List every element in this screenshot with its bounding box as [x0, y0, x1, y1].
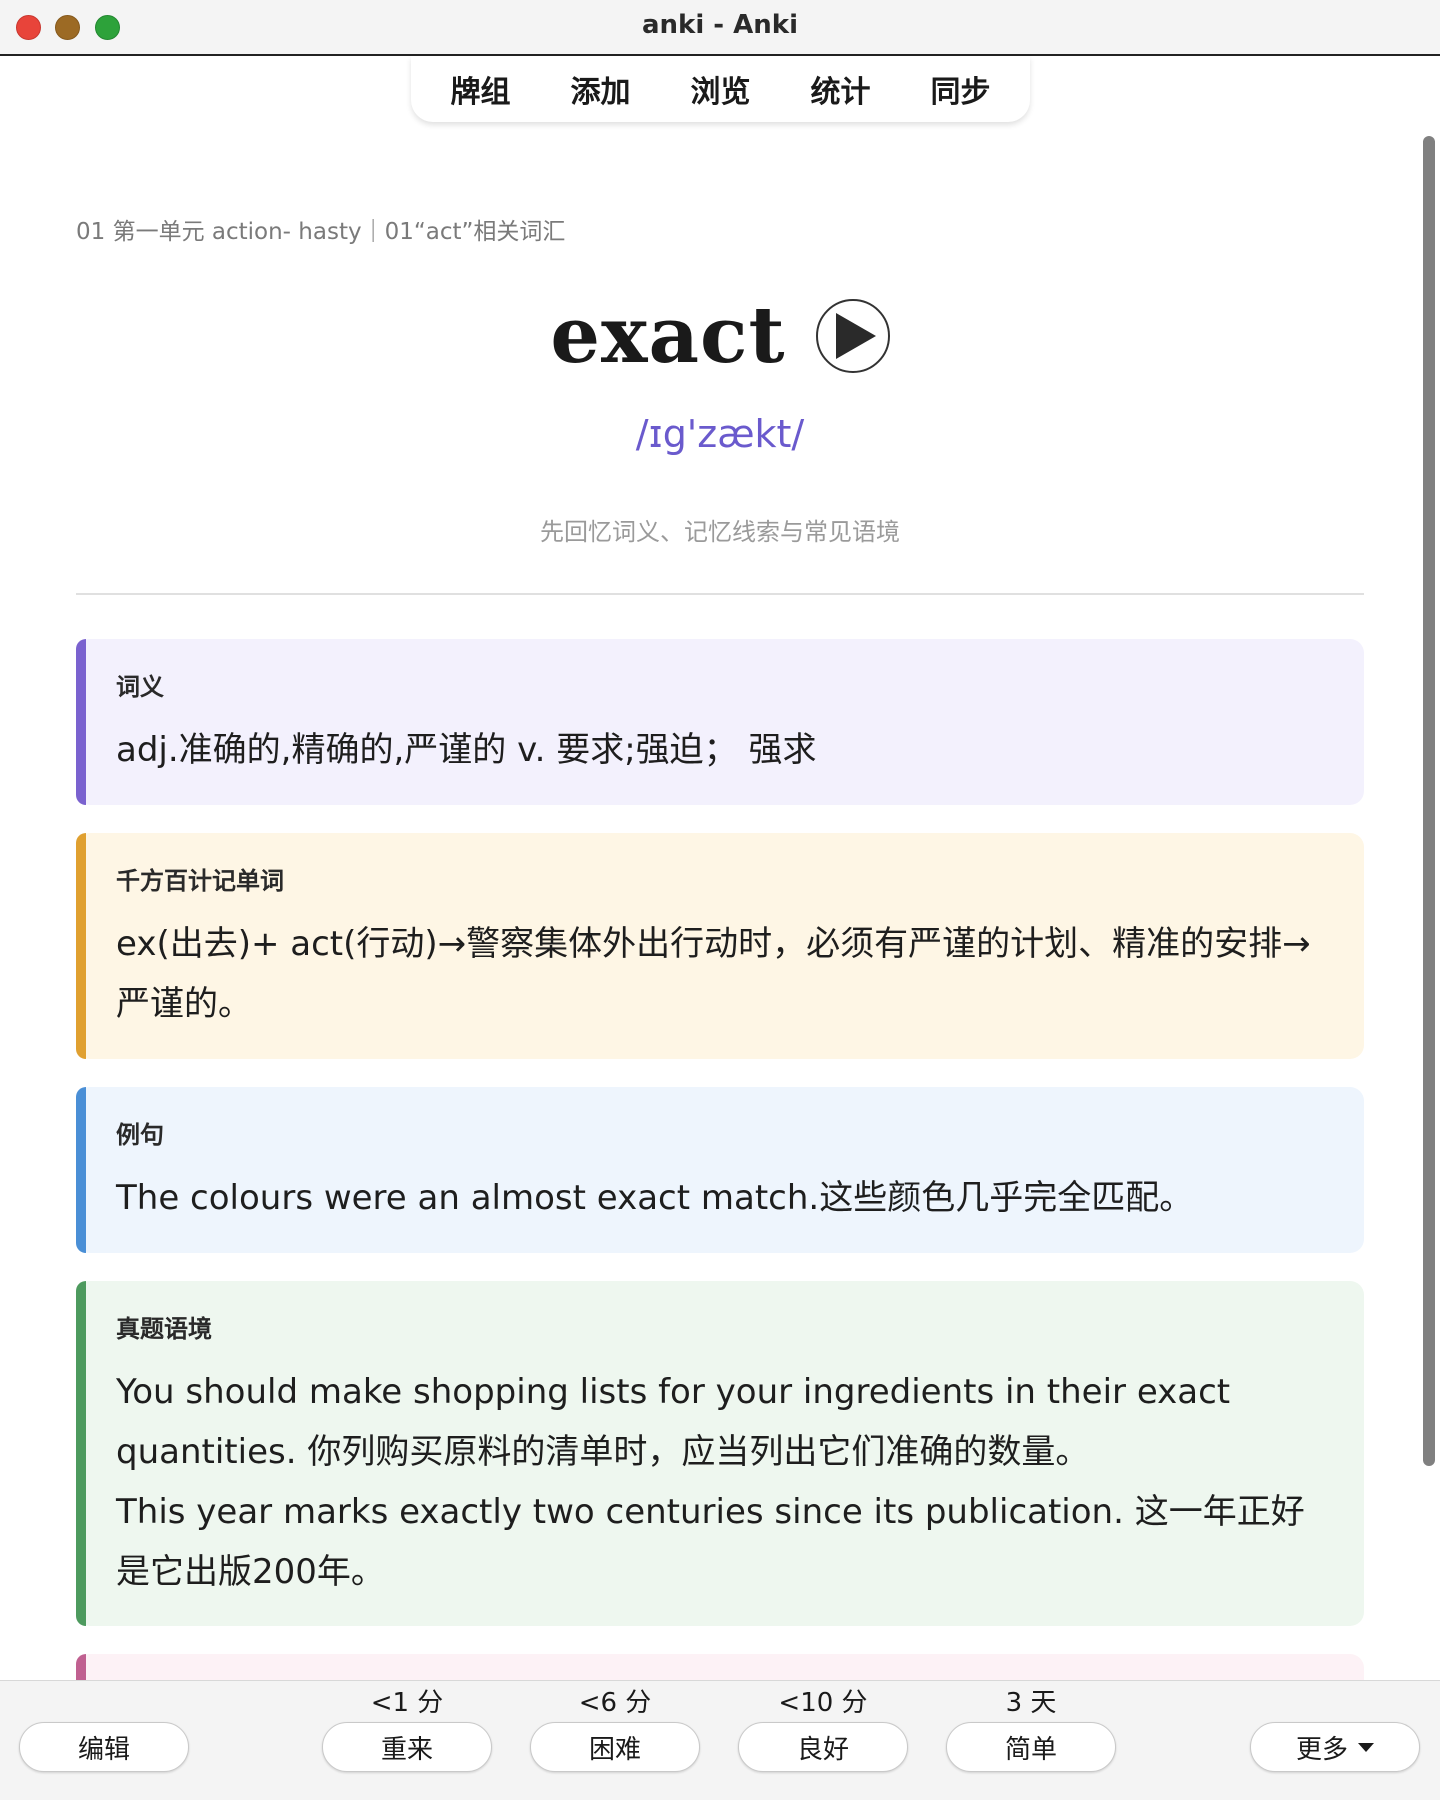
meaning-title: 词义: [116, 673, 164, 701]
exam-context-line-2: This year marks exactly two centuries si…: [116, 1492, 1305, 1592]
more-label: 更多: [1295, 1734, 1348, 1765]
exam-context-text: You should make shopping lists for your …: [116, 1362, 1330, 1602]
meaning-text: adj.准确的,精确的,严谨的 v. 要求;强迫； 强求: [116, 730, 817, 770]
answer-bar: [0, 1680, 1440, 1800]
nav-browse[interactable]: 浏览: [661, 67, 781, 111]
interval-good: <10 分: [778, 1688, 868, 1718]
recall-hint: 先回忆词义、记忆线索与常见语境: [540, 518, 900, 546]
memory-text: ex(出去)+ act(行动)→警察集体外出行动时，必须有严谨的计划、精准的安排…: [116, 924, 1311, 1024]
easy-button[interactable]: 简单: [946, 1722, 1116, 1772]
exam-context-title: 真题语境: [116, 1315, 212, 1343]
good-button[interactable]: 良好: [738, 1722, 908, 1772]
interval-easy: 3 天: [1005, 1688, 1057, 1718]
window-title: anki - Anki: [642, 10, 798, 40]
phonetic: /ɪg'zækt/: [635, 412, 805, 456]
memory-title: 千方百计记单词: [116, 867, 284, 895]
interval-again: <1 分: [370, 1688, 444, 1718]
divider: [76, 593, 1364, 595]
edit-button[interactable]: 编辑: [19, 1722, 189, 1772]
caret-down-icon: [1358, 1742, 1374, 1752]
headword: exact: [550, 290, 786, 381]
example-title: 例句: [116, 1121, 164, 1149]
interval-hard: <6 分: [578, 1688, 652, 1718]
nav-decks[interactable]: 牌组: [421, 67, 541, 111]
nav-sync[interactable]: 同步: [901, 67, 1021, 111]
hard-button[interactable]: 困难: [530, 1722, 700, 1772]
nav-stats[interactable]: 统计: [781, 67, 901, 111]
nav-add[interactable]: 添加: [541, 67, 661, 111]
example-text: The colours were an almost exact match.这…: [116, 1178, 1194, 1218]
exam-context-card: 真题语境 You should make shopping lists for …: [76, 1281, 1364, 1626]
play-icon: [835, 312, 876, 359]
title-bar: anki - Anki: [0, 0, 1440, 56]
more-button[interactable]: 更多: [1250, 1722, 1420, 1772]
example-card: 例句 The colours were an almost exact matc…: [76, 1087, 1364, 1253]
again-button[interactable]: 重来: [322, 1722, 492, 1772]
top-nav: 牌组 添加 浏览 统计 同步: [411, 56, 1030, 122]
exam-context-line-1: You should make shopping lists for your …: [116, 1372, 1231, 1472]
meaning-card: 词义 adj.准确的,精确的,严谨的 v. 要求;强迫； 强求: [76, 639, 1364, 805]
play-audio-button[interactable]: [815, 298, 890, 373]
word-row: exact: [0, 290, 1440, 381]
memory-card: 千方百计记单词 ex(出去)+ act(行动)→警察集体外出行动时，必须有严谨的…: [76, 833, 1364, 1059]
deck-breadcrumb: 01 第一单元 action- hasty｜01“act”相关词汇: [76, 219, 566, 245]
